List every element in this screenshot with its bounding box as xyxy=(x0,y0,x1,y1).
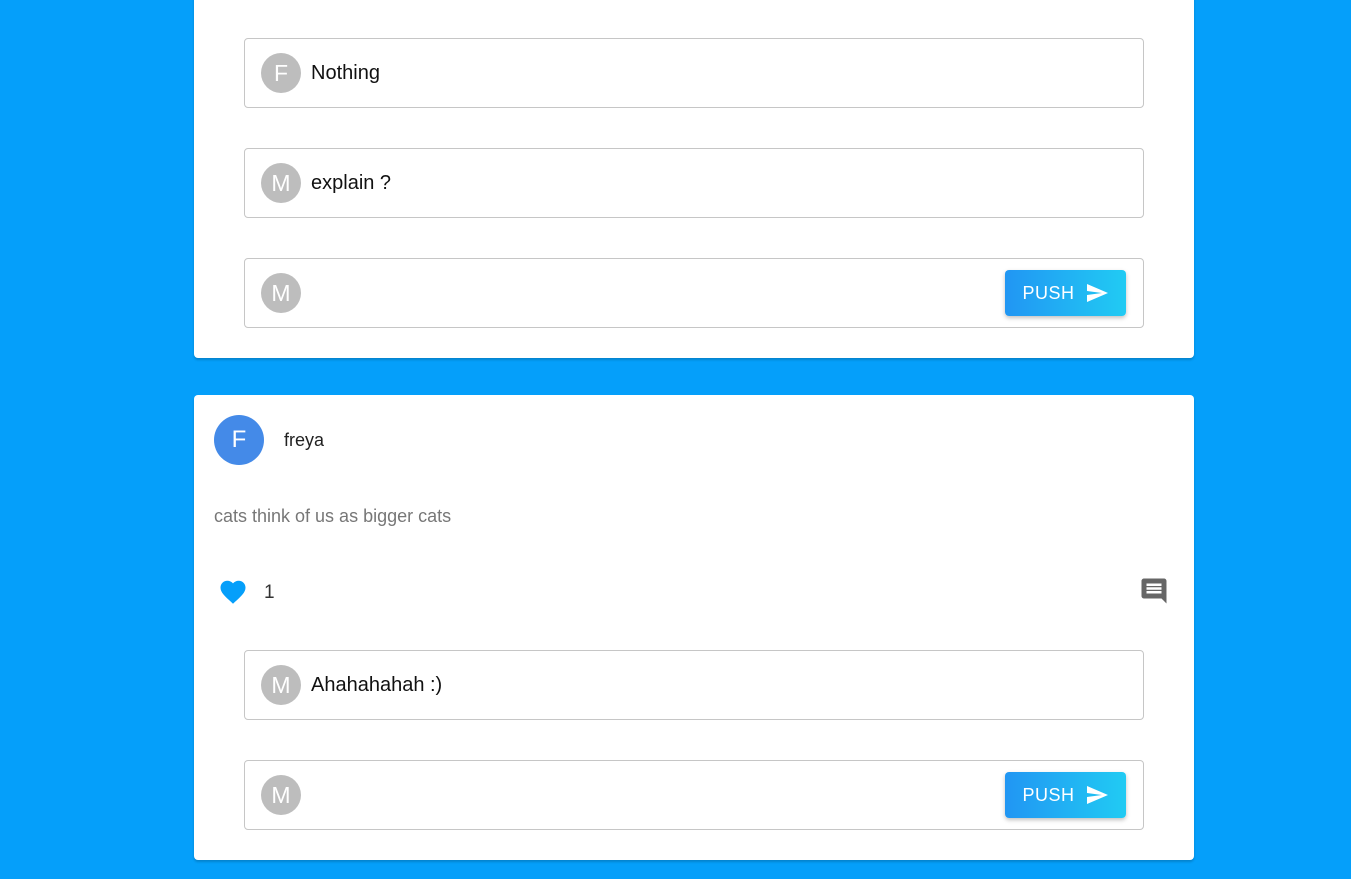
comment-avatar: F xyxy=(261,53,301,93)
push-button[interactable]: PUSH xyxy=(1005,270,1126,316)
new-comment-form: M PUSH xyxy=(244,760,1144,830)
new-comment-form: M PUSH xyxy=(244,258,1144,328)
push-button-label: PUSH xyxy=(1022,784,1075,805)
comment-text: explain ? xyxy=(311,172,392,194)
like-button[interactable] xyxy=(216,575,250,609)
comment-avatar: M xyxy=(261,163,301,203)
post-body: cats think of us as bigger cats xyxy=(214,506,452,526)
send-icon xyxy=(1086,786,1108,804)
send-icon xyxy=(1086,284,1108,302)
post-card: F freya cats think of us as bigger cats … xyxy=(194,395,1194,860)
comment-item: M Ahahahahah :) xyxy=(244,650,1144,720)
comment-toggle-button[interactable] xyxy=(1138,575,1170,607)
comment-item: M explain ? xyxy=(244,148,1144,218)
comment-text: Nothing xyxy=(311,62,380,84)
post-card: F Nothing M explain ? M PUSH xyxy=(194,0,1194,358)
comment-input[interactable] xyxy=(311,775,991,815)
post-actions: 1 xyxy=(194,573,1194,613)
current-user-avatar: M xyxy=(261,775,301,815)
author-avatar[interactable]: F xyxy=(214,415,264,465)
author-name[interactable]: freya xyxy=(284,430,324,451)
push-button-label: PUSH xyxy=(1022,282,1075,303)
comment-text: Ahahahahah :) xyxy=(311,674,443,696)
comment-item: F Nothing xyxy=(244,38,1144,108)
comment-avatar: M xyxy=(261,665,301,705)
push-button[interactable]: PUSH xyxy=(1005,772,1126,818)
heart-icon xyxy=(220,580,246,604)
comment-input[interactable] xyxy=(311,273,991,313)
like-count: 1 xyxy=(264,582,275,603)
current-user-avatar: M xyxy=(261,273,301,313)
comment-icon xyxy=(1141,578,1167,604)
